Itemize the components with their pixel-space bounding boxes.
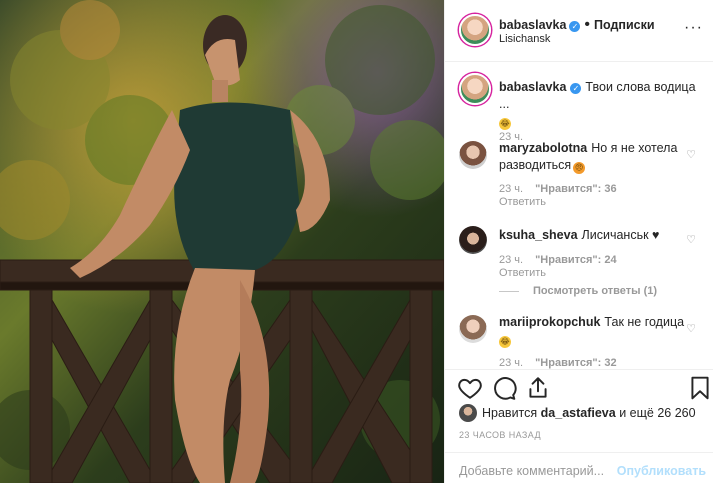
heart-icon[interactable] [457, 375, 483, 401]
comment-body: Так не годица [604, 315, 685, 329]
comment-text: mariiprokopchuk Так не годица 😂 [499, 314, 689, 348]
location-link[interactable]: Lisichansk [499, 33, 550, 45]
reply-button[interactable]: Ответить [499, 196, 546, 208]
heart-icon[interactable]: ♡ [686, 322, 696, 335]
comment-icon[interactable] [491, 375, 517, 401]
comment-body: Лисичанськ ♥ [581, 228, 660, 242]
post-header: babaslavka ✓ • Подписки Lisichansk ··· [445, 0, 713, 62]
author-avatar[interactable] [459, 14, 491, 46]
heart-icon[interactable]: ♡ [686, 148, 696, 161]
caption-text: babaslavka ✓ Твои слова водица ... 😂 [499, 79, 699, 130]
author-line: babaslavka ✓ • Подписки [499, 16, 655, 34]
caption-emoji: 😂 [499, 118, 511, 130]
bookmark-icon[interactable] [687, 375, 713, 401]
separator-dot: • [584, 16, 591, 33]
comment-text: maryzabolotna Но я не хотела разводиться 😠 [499, 140, 689, 174]
comment-likes[interactable]: "Нравится": 36 [535, 183, 616, 195]
comment-input[interactable]: Добавьте комментарий... [459, 464, 604, 478]
post-panel: babaslavka ✓ • Подписки Lisichansk ··· baba… [444, 0, 713, 483]
post-photo[interactable] [0, 0, 444, 483]
comment-text: ksuha_sheva Лисичанськ ♥ [499, 227, 689, 244]
verified-icon: ✓ [569, 21, 581, 32]
comment-meta: 23 ч. "Нравится": 32 [499, 357, 617, 369]
laugh-emoji: 😂 [499, 336, 511, 348]
comment-meta: 23 ч. "Нравится": 36 [499, 183, 617, 195]
view-replies-button[interactable]: Посмотреть ответы (1) [499, 285, 657, 297]
caption-avatar[interactable] [459, 73, 491, 105]
comment-likes[interactable]: "Нравится": 32 [535, 357, 616, 369]
publish-button[interactable]: Опубликовать [617, 464, 706, 478]
liked-user[interactable]: da_astafieva [541, 406, 616, 420]
comment-user[interactable]: ksuha_sheva [499, 228, 578, 242]
action-bar [445, 369, 713, 410]
photo-image [0, 0, 444, 483]
more-options-icon[interactable]: ··· [684, 19, 703, 37]
author-handle[interactable]: babaslavka [499, 18, 566, 32]
commenter-avatar[interactable] [459, 315, 487, 343]
comment-time[interactable]: 23 ч. [499, 254, 523, 266]
comment-time[interactable]: 23 ч. [499, 183, 523, 195]
angry-emoji: 😠 [573, 162, 586, 174]
heart-icon[interactable]: ♡ [686, 233, 696, 246]
post-timestamp[interactable]: 23 ЧАСОВ НАЗАД [459, 430, 541, 440]
follow-button[interactable]: Подписки [594, 18, 655, 32]
comments-list[interactable]: babaslavka ✓ Твои слова водица ... 😂 23 ч.… [445, 61, 713, 369]
commenter-avatar[interactable] [459, 226, 487, 254]
caption-author[interactable]: babaslavka [499, 80, 566, 94]
commenter-avatar[interactable] [459, 141, 487, 169]
verified-icon: ✓ [570, 83, 582, 94]
add-comment-bar: Добавьте комментарий... Опубликовать [445, 452, 713, 484]
comment-user[interactable]: mariiprokopchuk [499, 315, 600, 329]
comment-likes[interactable]: "Нравится": 24 [535, 254, 616, 266]
liked-count[interactable]: и ещё 26 260 [619, 406, 695, 420]
view-replies-label: Посмотреть ответы (1) [533, 285, 658, 297]
divider-line [499, 290, 519, 292]
reply-button[interactable]: Ответить [499, 267, 546, 279]
comment-user[interactable]: maryzabolotna [499, 141, 587, 155]
comment-meta: 23 ч. "Нравится": 24 [499, 254, 617, 266]
comment-time[interactable]: 23 ч. [499, 357, 523, 369]
share-icon[interactable] [525, 375, 551, 401]
liked-prefix: Нравится [482, 406, 538, 420]
liked-by: Нравится da_astafieva и ещё 26 260 [482, 406, 696, 420]
liker-avatar[interactable] [459, 404, 477, 422]
